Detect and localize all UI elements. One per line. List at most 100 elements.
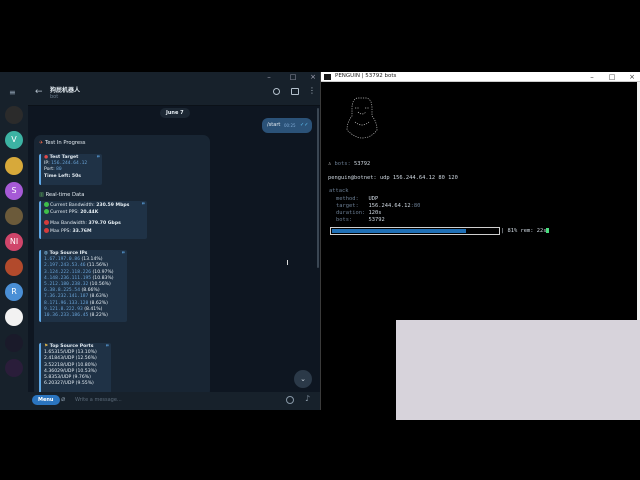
date-pill: June 7 [160, 108, 190, 118]
chat-avatar[interactable] [5, 257, 23, 276]
back-arrow-icon[interactable]: ← [35, 87, 43, 97]
telegram-titlebar: – □ × [0, 72, 320, 82]
source-ip[interactable]: 6.38.8.225.54 [44, 288, 80, 293]
hamburger-icon[interactable]: ≡ [9, 88, 16, 97]
bw-label: Current Bandwidth: [50, 203, 95, 208]
target-line: target: 156.244.64.12:80 [336, 203, 420, 209]
terminal-titlebar: PENGUIN | 53792 bots – □ × [321, 72, 640, 82]
terminal-cursor [546, 228, 550, 233]
source-ip-percent: (10.83%) [92, 275, 114, 281]
source-ip[interactable]: 2.197.243.53.46 [44, 263, 86, 268]
source-ip-percent: (8.22%) [89, 313, 108, 319]
composer: Menu ⌀ Write a message... ♪ [28, 392, 320, 410]
chat-avatar[interactable]: S [5, 181, 23, 200]
sidebar-toggle-icon[interactable] [291, 88, 299, 95]
chat-header: ← 狗屁机器人 bot ⋮ [28, 82, 320, 106]
close-icon[interactable]: × [306, 72, 320, 82]
target-ip-value: 156.244.64.12 [368, 203, 411, 209]
duration-line: duration: 120s [336, 210, 381, 216]
maximize-icon[interactable]: □ [605, 72, 619, 82]
method-value: UDP [368, 196, 379, 202]
method-line: method: UDP [336, 196, 378, 202]
chat-avatar[interactable] [5, 106, 23, 124]
target-label: target: [336, 203, 359, 209]
cursor-icon [287, 260, 290, 265]
penguin-ascii-art [346, 97, 378, 139]
chat-avatar[interactable] [5, 333, 23, 352]
source-ip[interactable]: 3.124.222.118.226 [44, 270, 91, 275]
source-ip-percent: (8.63%) [89, 294, 108, 300]
outgoing-message[interactable]: /start 00:25 ✓✓ [262, 118, 312, 133]
rocket-icon: ✈ [39, 140, 44, 146]
chat-status: bot [50, 94, 59, 100]
chat-avatar[interactable]: R [5, 283, 23, 302]
realtime-line: ▥ Real-time Data [39, 192, 84, 198]
source-ip[interactable]: 1.67.197.0.86 [44, 257, 80, 262]
chat-avatar[interactable]: V [5, 131, 23, 150]
bots2-value: 53792 [368, 217, 385, 223]
minimize-icon[interactable]: – [262, 72, 276, 82]
max-pps: 33.76M [72, 228, 92, 234]
current-pps: 20.44K [80, 210, 99, 216]
quote-icon: ❞ [141, 202, 145, 209]
blank-panel [396, 320, 640, 420]
scroll-down-button[interactable]: ⌄ [294, 370, 312, 388]
title-line: ✈ Test In Progress [39, 140, 85, 146]
chat-title[interactable]: 狗屁机器人 [50, 85, 80, 94]
source-ip[interactable]: 4.148.236.111.195 [44, 276, 91, 281]
chat-avatar-label: R [11, 287, 17, 297]
port-label: Port: [44, 167, 55, 173]
attach-icon[interactable]: ⌀ [61, 395, 65, 403]
incoming-message[interactable]: ✈ Test In Progress ● Test Target IP: 156… [34, 135, 210, 396]
progress-bar [330, 227, 500, 235]
progress-text: | 81% rem: 22s [501, 228, 550, 234]
source-ip-percent: (8.62%) [89, 300, 108, 306]
source-ip[interactable]: 10.36.233.186.45 [44, 313, 88, 318]
source-ip-percent: (10.56%) [89, 282, 111, 288]
minimize-icon[interactable]: – [585, 72, 599, 82]
chat-avatar[interactable] [5, 308, 23, 327]
source-ip[interactable]: 5.212.180.238.32 [44, 282, 88, 287]
attack-label: attack [329, 188, 349, 194]
progress-readout: | 81% rem: 22s [501, 228, 547, 234]
target-port[interactable]: 80 [56, 167, 62, 172]
source-ip[interactable]: 9.121.8.222.93 [44, 307, 83, 312]
pps-label: Current PPS: [50, 210, 79, 216]
green-dot-icon [44, 209, 49, 215]
menu-button[interactable]: Menu [32, 395, 60, 405]
chat-avatar[interactable] [5, 207, 23, 226]
more-options-icon[interactable]: ⋮ [308, 86, 316, 95]
source-ip-percent: (10.97%) [92, 269, 114, 275]
source-ips-quote: ◍ Top Source IPs 1.67.197.0.86 (13.14%) 2… [39, 250, 127, 322]
bots-label: bots: [334, 161, 351, 167]
realtime-header: Real-time Data [45, 192, 85, 198]
message-input[interactable]: Write a message... [75, 397, 122, 403]
bots2-line: bots: 53792 [336, 217, 385, 223]
duration-label: duration: [336, 210, 366, 216]
terminal-app-icon [324, 74, 331, 80]
source-ip[interactable]: 8.171.96.133.128 [44, 301, 88, 306]
penguin-icon: ♙ [328, 161, 332, 167]
close-icon[interactable]: × [625, 72, 639, 82]
method-label: method: [336, 196, 359, 202]
realtime-quote: Current Bandwidth: 230.59 Mbps Current P… [39, 201, 147, 239]
command-line: penguin@botnet: udp 156.244.64.12 80 120 [328, 175, 458, 181]
list-item: 10.36.233.186.45 (8.22%) [44, 313, 123, 319]
source-ip[interactable]: 7.36.232.141.187 [44, 294, 88, 299]
max-bandwidth: 379.70 Gbps [88, 221, 121, 227]
target-header: Test Target [49, 155, 79, 160]
chat-avatar-label: NI [9, 236, 19, 246]
chat-avatar[interactable] [5, 359, 23, 377]
emoji-icon[interactable] [286, 396, 294, 404]
search-icon[interactable] [273, 88, 280, 95]
quote-icon: ❞ [121, 251, 125, 258]
chat-scrollbar[interactable] [317, 108, 319, 268]
microphone-icon[interactable]: ♪ [305, 394, 310, 403]
chat-avatar[interactable] [5, 156, 23, 175]
maximize-icon[interactable]: □ [286, 72, 300, 82]
chat-avatar[interactable]: NI [5, 232, 23, 251]
duration-value: 120s [368, 210, 382, 216]
source-ip-percent: (8.41%) [84, 306, 103, 312]
command-text: udp 156.244.64.12 80 120 [379, 175, 458, 181]
target-ip[interactable]: 156.244.64.12 [51, 161, 87, 166]
